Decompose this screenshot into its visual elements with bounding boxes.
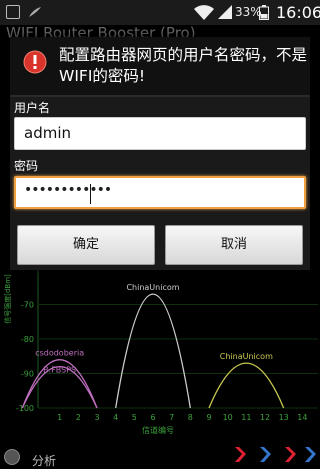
x-axis-label: 信道编号 — [142, 425, 174, 435]
series-label: csdodoberia — [35, 349, 84, 358]
password-value: •••••••••••• — [24, 182, 112, 198]
x-tick-label: 3 — [94, 413, 99, 422]
notification-app-icon — [6, 5, 20, 19]
password-input[interactable]: •••••••••••• — [14, 176, 306, 209]
series-curve — [208, 362, 285, 409]
cancel-button[interactable]: 取消 — [165, 225, 303, 265]
analyze-icon[interactable] — [4, 449, 20, 465]
feather-icon — [29, 7, 41, 17]
clock: 16:06 — [276, 3, 320, 22]
y-tick-label: -100 — [16, 404, 34, 413]
alert-icon — [23, 50, 47, 74]
series-label: ChinaUnicom — [126, 283, 179, 292]
channel-chart: -70-80-90-1001 2 3 4 5 6 7 8 9 10 11 12 13 14信号强度[dBm… — [3, 260, 318, 435]
series-label: B.FBSPS — [43, 366, 76, 375]
series-label: ChinaUnicom — [220, 352, 273, 361]
y-tick-label: -90 — [21, 370, 34, 379]
username-label: 用户名 — [14, 101, 51, 115]
x-tick-label: 8 — [188, 413, 193, 422]
status-bar: 33% 16:06 — [0, 0, 320, 25]
username-input[interactable]: admin — [14, 117, 306, 150]
battery-icon — [259, 5, 269, 20]
dialog-divider — [10, 95, 310, 97]
dialog-header: 配置路由器网页的用户名密码，不是WIFI的密码! — [10, 37, 310, 95]
series-curve — [115, 293, 191, 409]
x-tick-label: 4 — [113, 413, 118, 422]
x-tick-label: 10 — [223, 413, 233, 422]
signal-icon — [218, 5, 232, 19]
y-axis-label: 信号强度[dBm] — [3, 274, 12, 324]
username-value: admin — [24, 124, 71, 142]
x-tick-label: 9 — [206, 413, 211, 422]
x-tick-label: 1 — [57, 413, 62, 422]
x-tick-label: 11 — [241, 413, 251, 422]
credentials-dialog: 配置路由器网页的用户名密码，不是WIFI的密码! 用户名 admin 密码 ••… — [10, 37, 310, 270]
wifi-icon — [194, 5, 214, 20]
text-cursor — [90, 184, 91, 204]
x-tick-label: 6 — [150, 413, 155, 422]
x-tick-label: 2 — [76, 413, 81, 422]
x-tick-label: 7 — [169, 413, 174, 422]
x-tick-label: 14 — [297, 413, 307, 422]
x-tick-label: 5 — [132, 413, 137, 422]
ok-button[interactable]: 确定 — [17, 225, 155, 265]
x-tick-label: 12 — [260, 413, 270, 422]
dialog-title: 配置路由器网页的用户名密码，不是WIFI的密码! — [59, 46, 308, 85]
watermark-logo — [235, 447, 316, 462]
password-label: 密码 — [14, 159, 39, 173]
battery-percent: 33% — [235, 5, 262, 19]
y-tick-label: -80 — [21, 335, 34, 344]
y-tick-label: -70 — [21, 301, 34, 310]
analyze-tab-label[interactable]: 分析 — [32, 452, 56, 469]
x-tick-label: 13 — [279, 413, 289, 422]
